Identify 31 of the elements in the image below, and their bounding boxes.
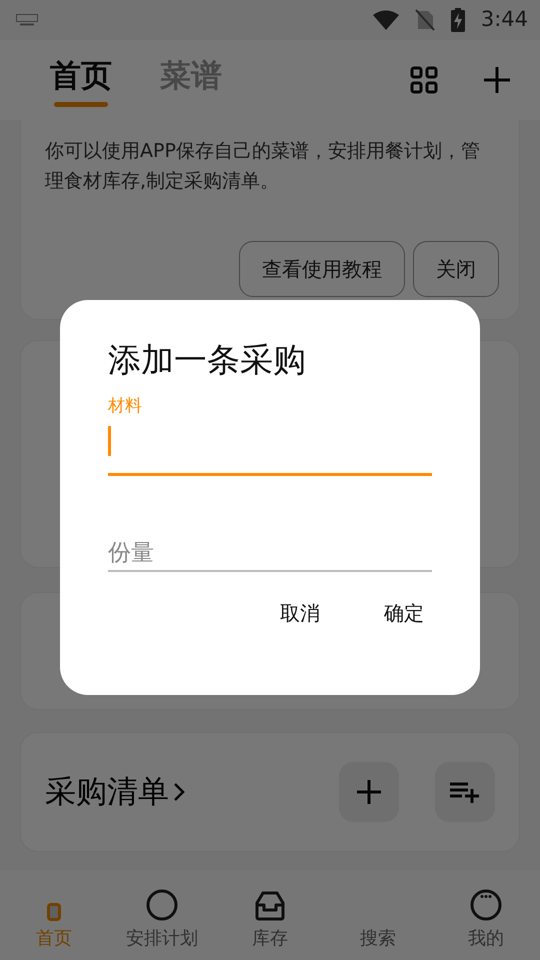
nav-tab[interactable]: 库存: [216, 870, 324, 960]
nav-tab[interactable]: 我的: [432, 870, 540, 960]
clock-time: 3:44: [480, 6, 528, 34]
shopping-list-link[interactable]: 采购清单: [45, 768, 185, 816]
dialog-title: 添加一条采购: [108, 340, 307, 380]
outline-button[interactable]: 查看使用教程: [239, 241, 405, 297]
welcome-text: 你可以使用APP保存自己的菜谱，安排用餐计划，管理食材库存,制定采购清单。: [45, 139, 481, 194]
no-sim-icon: [414, 9, 435, 31]
playlist-add-icon: [450, 781, 480, 803]
input-field[interactable]: 份量: [108, 496, 432, 572]
add-button[interactable]: [339, 762, 399, 822]
add-icon[interactable]: [484, 67, 510, 93]
add-list-button[interactable]: [435, 762, 495, 822]
keyboard-icon: [16, 14, 38, 26]
tab[interactable]: 首页: [50, 52, 112, 108]
nav-tab[interactable]: 搜索: [324, 870, 432, 960]
nav-tab[interactable]: 安排计划: [108, 870, 216, 960]
text-button[interactable]: 取消: [280, 590, 320, 636]
input-field[interactable]: 材料: [108, 400, 432, 476]
outline-button[interactable]: 关闭: [413, 241, 499, 297]
battery-charging-icon: [450, 8, 465, 32]
inbox-icon: [255, 891, 285, 921]
text-button[interactable]: 确定: [384, 590, 424, 636]
nav-tab[interactable]: 首页: [0, 870, 108, 960]
wifi-icon: [372, 10, 399, 30]
grid-icon[interactable]: [410, 66, 438, 94]
circle-icon: [146, 889, 178, 921]
chevron-right-icon: [173, 782, 185, 802]
add-icon: [357, 780, 381, 804]
more-circle-icon: [470, 889, 502, 921]
phone-icon: [47, 903, 61, 921]
